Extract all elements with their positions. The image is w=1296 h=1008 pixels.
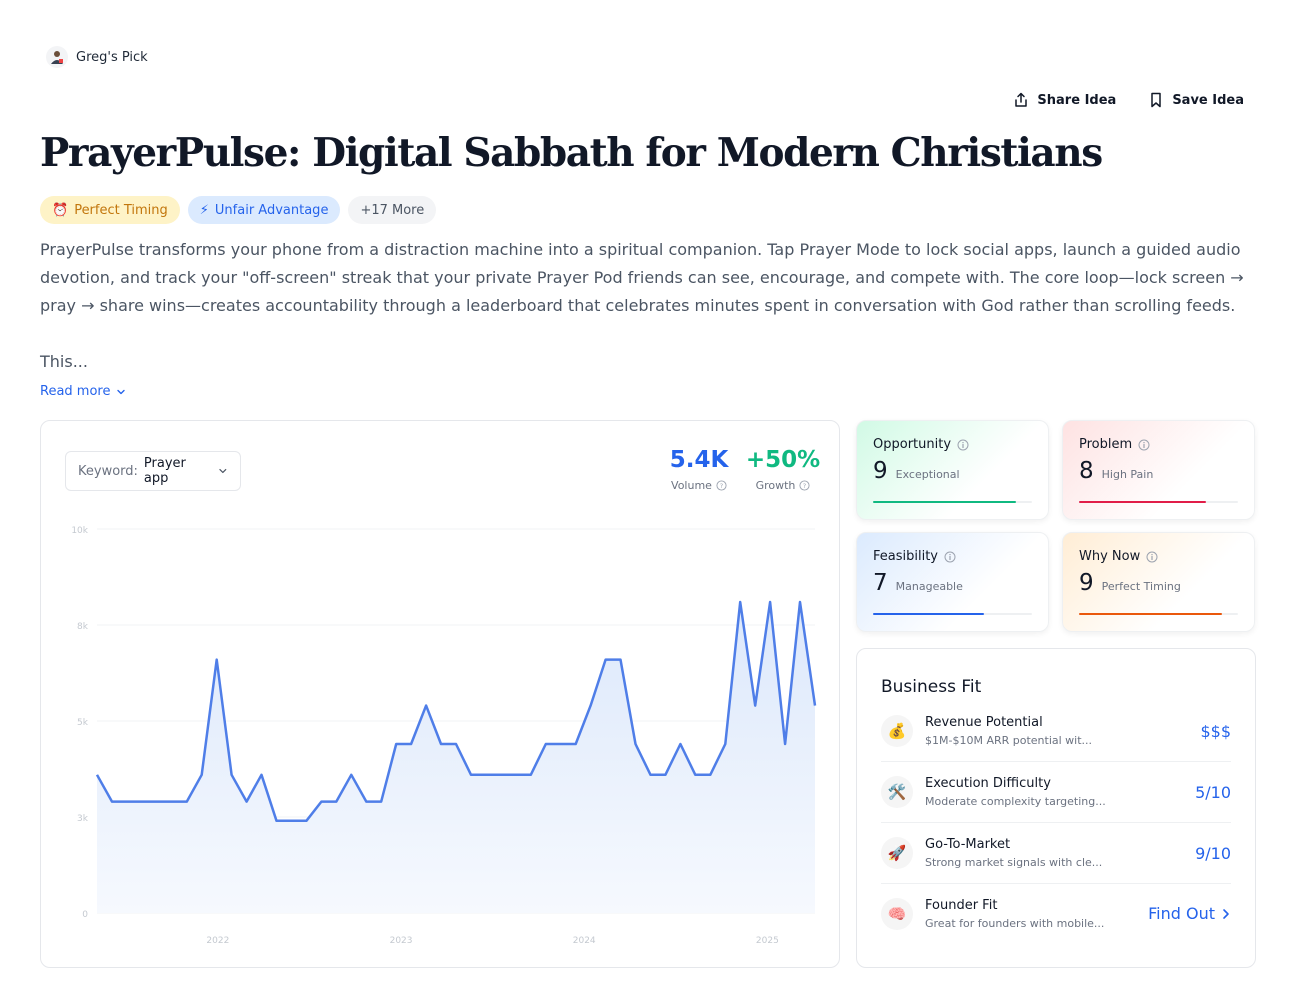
share-icon bbox=[1015, 92, 1028, 107]
find-out-link[interactable]: Find Out bbox=[1148, 904, 1231, 923]
score-bar-fill bbox=[1079, 501, 1207, 503]
row-desc: $1M-$10M ARR potential wit... bbox=[925, 734, 1093, 747]
x-tick-label: 2023 bbox=[390, 936, 413, 946]
tag-list: ⏰ Perfect Timing ⚡ Unfair Advantage +17 … bbox=[40, 196, 437, 224]
idea-description: PrayerPulse transforms your phone from a… bbox=[40, 240, 1244, 315]
business-fit-title: Business Fit bbox=[881, 677, 982, 697]
row-value: 5/10 bbox=[1195, 782, 1231, 802]
business-fit-row-execution: 🛠️ Execution Difficulty Moderate complexi… bbox=[881, 762, 1231, 823]
score-desc: Perfect Timing bbox=[1101, 580, 1181, 593]
business-fit-row-revenue: 💰 Revenue Potential $1M-$10M ARR potentia… bbox=[881, 701, 1231, 762]
y-tick-label: 5k bbox=[77, 718, 89, 728]
x-tick-label: 2025 bbox=[756, 936, 779, 946]
score-card-problem[interactable]: Problem 8 High Pain bbox=[1062, 420, 1255, 520]
score-bar bbox=[873, 501, 1032, 503]
avatar bbox=[46, 46, 68, 68]
row-value: 9/10 bbox=[1195, 843, 1231, 863]
row-name: Founder Fit bbox=[925, 897, 998, 913]
pick-label: Greg's Pick bbox=[76, 49, 148, 65]
tag-more[interactable]: +17 More bbox=[348, 196, 437, 224]
chevron-down-icon bbox=[117, 389, 126, 394]
info-icon[interactable] bbox=[944, 551, 956, 563]
score-desc: Exceptional bbox=[895, 468, 960, 481]
business-fit-row-founder-fit: 🧠 Founder Fit Great for founders with mob… bbox=[881, 883, 1231, 944]
y-tick-label: 8k bbox=[77, 622, 89, 632]
score-card-feasibility[interactable]: Feasibility 7 Manageable bbox=[856, 532, 1049, 632]
tag-unfair-advantage[interactable]: ⚡ Unfair Advantage bbox=[187, 196, 341, 224]
score-bar-fill bbox=[1079, 613, 1223, 615]
score-desc: High Pain bbox=[1101, 468, 1154, 481]
chevron-right-icon bbox=[1223, 908, 1229, 919]
row-desc: Strong market signals with cle... bbox=[925, 856, 1103, 869]
bookmark-icon bbox=[1151, 92, 1162, 108]
score-bar bbox=[1079, 613, 1238, 615]
tag-perfect-timing[interactable]: ⏰ Perfect Timing bbox=[40, 196, 180, 224]
score-label: Why Now bbox=[1079, 549, 1141, 564]
business-fit-card: Business Fit 💰 Revenue Potential $1M-$10M… bbox=[856, 648, 1256, 968]
score-bar bbox=[873, 613, 1032, 615]
x-tick-label: 2024 bbox=[573, 936, 596, 946]
score-label: Problem bbox=[1079, 437, 1133, 452]
share-idea-label: Share Idea bbox=[1037, 92, 1117, 108]
idea-actions: Share Idea Save Idea bbox=[1013, 92, 1244, 108]
row-name: Go-To-Market bbox=[925, 837, 1011, 852]
score-value: 9 bbox=[1079, 570, 1094, 596]
rocket-icon: 🚀 bbox=[881, 837, 913, 869]
share-idea-button[interactable]: Share Idea bbox=[1013, 92, 1116, 108]
score-bar bbox=[1079, 501, 1238, 503]
tag-label: Unfair Advantage bbox=[214, 202, 329, 218]
save-idea-label: Save Idea bbox=[1172, 92, 1244, 108]
info-icon[interactable] bbox=[1138, 439, 1150, 451]
idea-description-truncated: This... bbox=[40, 352, 88, 371]
read-more-label: Read more bbox=[40, 384, 111, 399]
row-value: $$$ bbox=[1200, 721, 1231, 741]
score-value: 9 bbox=[873, 458, 888, 484]
row-name: Revenue Potential bbox=[925, 715, 1043, 730]
save-idea-button[interactable]: Save Idea bbox=[1148, 92, 1244, 108]
alarm-clock-icon: ⏰ bbox=[52, 202, 69, 218]
score-bar-fill bbox=[873, 613, 985, 615]
business-fit-row-go-to-market: 🚀 Go-To-Market Strong market signals with… bbox=[881, 823, 1231, 884]
score-bar-fill bbox=[873, 501, 1017, 503]
y-tick-label: 10k bbox=[71, 526, 88, 536]
brain-icon: 🧠 bbox=[881, 897, 913, 930]
trend-chart-card: Keyword: Prayer app 5.4K Volume ? +50% G… bbox=[40, 420, 840, 968]
x-tick-label: 2022 bbox=[206, 936, 229, 946]
score-card-why-now[interactable]: Why Now 9 Perfect Timing bbox=[1062, 532, 1255, 632]
lightning-icon: ⚡ bbox=[199, 202, 209, 218]
row-name: Execution Difficulty bbox=[925, 776, 1051, 791]
score-value: 8 bbox=[1079, 458, 1094, 484]
row-desc: Moderate complexity targeting... bbox=[925, 795, 1106, 808]
y-tick-label: 3k bbox=[77, 814, 89, 824]
row-desc: Great for founders with mobile... bbox=[925, 916, 1105, 930]
score-value: 7 bbox=[873, 570, 888, 596]
idea-title: PrayerPulse: Digital Sabbath for Modern … bbox=[40, 130, 1103, 176]
trend-chart: 0 3k 5k 8k 10k 2022 2023 2024 2025 bbox=[71, 526, 817, 946]
tools-icon: 🛠️ bbox=[881, 776, 913, 808]
tag-label: Perfect Timing bbox=[74, 202, 168, 218]
score-card-opportunity[interactable]: Opportunity 9 Exceptional bbox=[856, 420, 1049, 520]
read-more-link[interactable]: Read more bbox=[40, 384, 126, 399]
money-bag-icon: 💰 bbox=[881, 715, 913, 747]
score-desc: Manageable bbox=[895, 580, 963, 593]
info-icon[interactable] bbox=[957, 439, 969, 451]
greg-pick: Greg's Pick bbox=[46, 46, 148, 68]
info-icon[interactable] bbox=[1146, 551, 1158, 563]
score-label: Feasibility bbox=[873, 549, 938, 564]
tag-label: +17 More bbox=[360, 202, 425, 218]
y-tick-label: 0 bbox=[82, 910, 88, 920]
score-label: Opportunity bbox=[873, 437, 952, 452]
find-out-label: Find Out bbox=[1148, 904, 1215, 923]
